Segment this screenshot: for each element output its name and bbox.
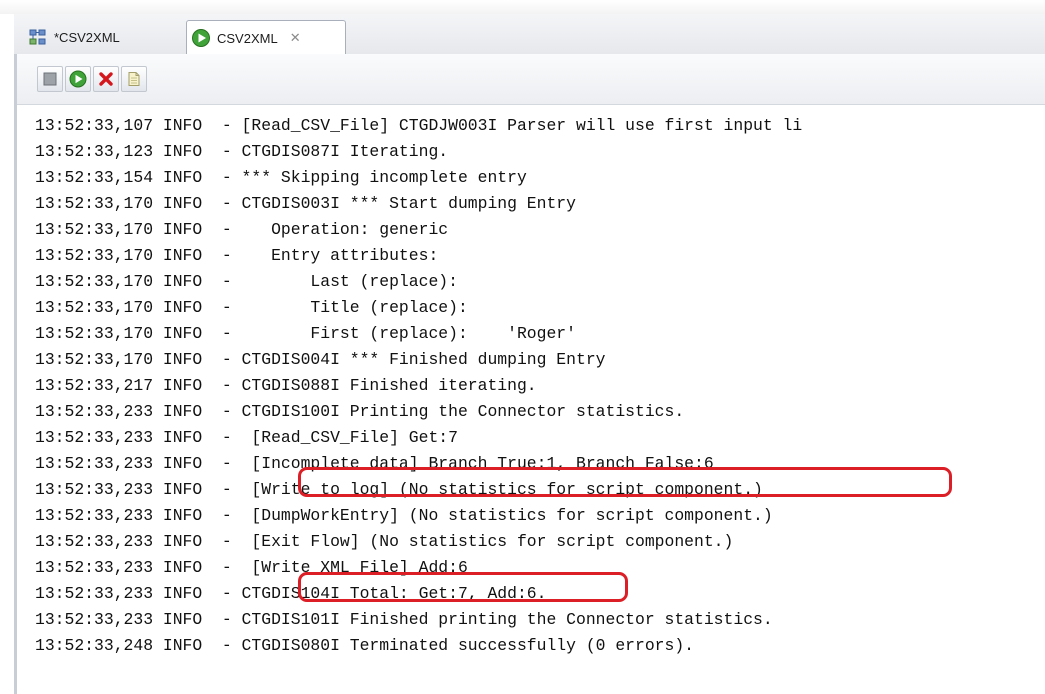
log-line: 13:52:33,170 INFO - CTGDIS003I *** Start… (35, 194, 576, 213)
run-icon (192, 29, 210, 47)
log-line: 13:52:33,217 INFO - CTGDIS088I Finished … (35, 376, 537, 395)
tab-label: *CSV2XML (54, 29, 120, 45)
log-line: 13:52:33,233 INFO - CTGDIS100I Printing … (35, 402, 685, 421)
highlight-incomplete-data (298, 467, 952, 497)
log-line: 13:52:33,170 INFO - First (replace): 'Ro… (35, 324, 576, 343)
log-line: 13:52:33,107 INFO - [Read_CSV_File] CTGD… (35, 116, 803, 135)
log-line: 13:52:33,233 INFO - [Read_CSV_File] Get:… (35, 428, 458, 447)
console-output[interactable]: 13:52:33,107 INFO - [Read_CSV_File] CTGD… (17, 105, 1045, 694)
page-icon (128, 72, 140, 86)
log-line: 13:52:33,123 INFO - CTGDIS087I Iterating… (35, 142, 449, 161)
terminate-button[interactable] (93, 66, 119, 92)
log-line: 13:52:33,170 INFO - Operation: generic (35, 220, 449, 239)
tab-bar: *CSV2XML CSV2XML ✕ (14, 14, 1045, 55)
log-line: 13:52:33,154 INFO - *** Skipping incompl… (35, 168, 527, 187)
log-line: 13:52:33,170 INFO - Entry attributes: (35, 246, 439, 265)
log-line: 13:52:33,233 INFO - [Exit Flow] (No stat… (35, 532, 734, 551)
tab-csv2xml-console[interactable]: CSV2XML ✕ (186, 20, 346, 55)
log-line: 13:52:33,170 INFO - CTGDIS004I *** Finis… (35, 350, 606, 369)
close-icon (99, 72, 113, 86)
log-line: 13:52:33,233 INFO - [DumpWorkEntry] (No … (35, 506, 773, 525)
tab-csv2xml-editor[interactable]: *CSV2XML (24, 20, 184, 54)
close-tab-icon[interactable]: ✕ (290, 30, 301, 46)
window-shadow (0, 0, 1045, 14)
run-icon (69, 70, 87, 88)
highlight-write-xml-file (298, 572, 628, 602)
log-line: 13:52:33,233 INFO - CTGDIS101I Finished … (35, 610, 773, 629)
connector-icon (29, 29, 46, 45)
console-toolbar (17, 54, 1045, 105)
log-line: 13:52:33,248 INFO - CTGDIS080I Terminate… (35, 636, 695, 655)
stop-button[interactable] (37, 66, 63, 92)
log-line: 13:52:33,170 INFO - Title (replace): (35, 298, 468, 317)
log-line: 13:52:33,170 INFO - Last (replace): (35, 272, 458, 291)
run-button[interactable] (65, 66, 91, 92)
tab-label: CSV2XML (217, 30, 278, 46)
stop-icon (43, 72, 57, 86)
console-window: *CSV2XML CSV2XML ✕ 13:52:33,107 INFO - [… (0, 0, 1045, 694)
clear-console-button[interactable] (121, 66, 147, 92)
